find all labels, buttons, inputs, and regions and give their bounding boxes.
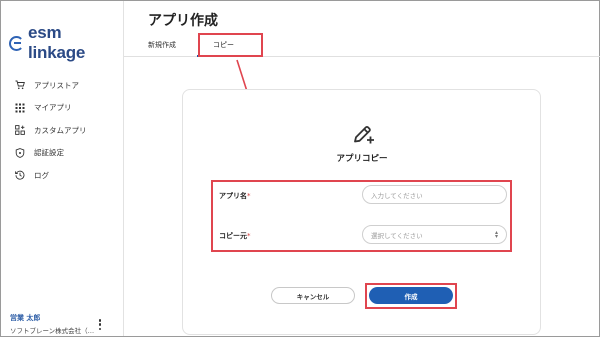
sidebar-item-auth-settings[interactable]: 認証設定 xyxy=(15,142,123,165)
copy-source-select[interactable]: 選択してください ▴ ▾ xyxy=(362,225,507,244)
annotation-highlight-create xyxy=(365,283,457,309)
annotation-highlight-tab xyxy=(198,33,263,57)
sidebar-item-log[interactable]: ログ xyxy=(15,164,123,187)
user-name: 営業 太郎 xyxy=(10,314,41,322)
sidebar-item-custom-apps[interactable]: カスタムアプリ xyxy=(15,119,123,142)
user-company: ソフトブレーン株式会社（… xyxy=(10,327,95,335)
tab-bar: 新規作成 コピー xyxy=(124,32,600,57)
sidebar-item-label: マイアプリ xyxy=(34,103,72,113)
app-name-label: アプリ名* xyxy=(219,192,251,200)
brand-logo[interactable]: esm linkage xyxy=(9,23,123,63)
sidebar-item-label: ログ xyxy=(34,170,49,180)
required-mark: * xyxy=(247,232,251,240)
app-name-input[interactable]: 入力してください xyxy=(362,185,507,204)
logo-text: esm linkage xyxy=(27,23,86,62)
shield-icon xyxy=(15,147,25,158)
sidebar: esm linkage アプリストア マイアプリ カスタムアプリ 認証設定 ログ… xyxy=(1,1,124,336)
more-vert-icon[interactable] xyxy=(98,319,102,330)
select-caret-icon: ▴ ▾ xyxy=(494,229,498,240)
copy-source-label: コピー元* xyxy=(219,232,251,240)
page-title: アプリ作成 xyxy=(148,13,218,29)
app-name-placeholder: 入力してください xyxy=(371,191,423,200)
copy-source-placeholder: 選択してください xyxy=(371,231,423,240)
sidebar-nav: アプリストア マイアプリ カスタムアプリ 認証設定 ログ xyxy=(15,74,123,187)
history-icon xyxy=(15,170,25,180)
sidebar-item-label: アプリストア xyxy=(34,80,79,90)
edit-add-icon xyxy=(354,126,374,144)
sidebar-item-app-store[interactable]: アプリストア xyxy=(15,74,123,97)
card-title: アプリコピー xyxy=(336,154,388,164)
cancel-button[interactable]: キャンセル xyxy=(271,287,355,304)
tab-new[interactable]: 新規作成 xyxy=(148,40,176,50)
sidebar-item-my-apps[interactable]: マイアプリ xyxy=(15,97,123,120)
logo-mark-icon xyxy=(9,35,24,51)
cart-icon xyxy=(15,80,25,90)
custom-apps-icon xyxy=(15,125,25,136)
required-mark: * xyxy=(247,192,251,200)
grid-icon xyxy=(15,103,25,113)
user-info: 営業 太郎 ソフトブレーン株式会社（… xyxy=(10,313,120,335)
sidebar-item-label: カスタムアプリ xyxy=(34,125,87,135)
sidebar-item-label: 認証設定 xyxy=(34,148,64,158)
